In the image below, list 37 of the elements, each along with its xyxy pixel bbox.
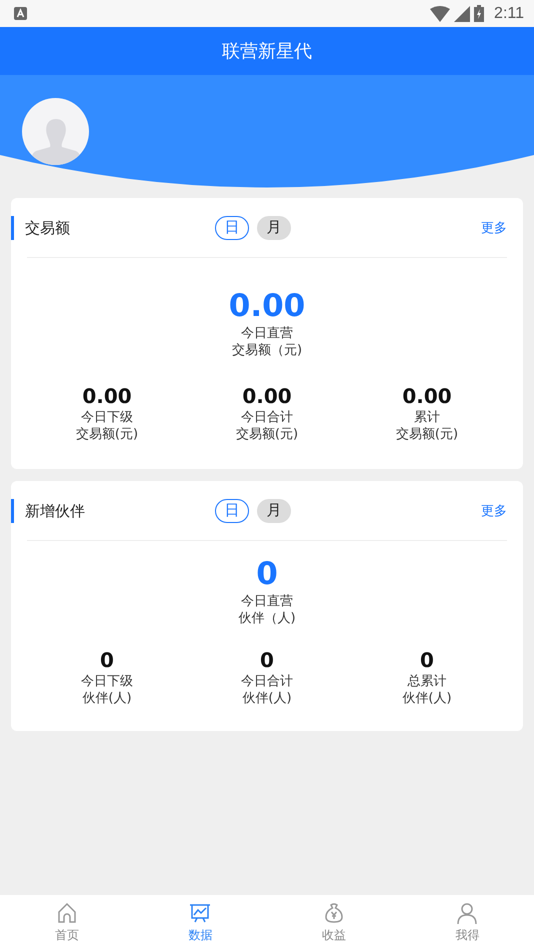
period-tab[interactable]: 日	[215, 216, 249, 240]
wifi-icon	[430, 6, 450, 22]
main-value: 0	[256, 555, 278, 593]
person-icon	[455, 901, 480, 925]
stat-value: 0.00	[402, 383, 452, 409]
stat-label: 今日直营	[241, 593, 293, 610]
stat-label: 交易额（元)	[232, 342, 302, 359]
stat-label: 今日直营	[241, 325, 293, 342]
period-tab[interactable]: 日	[215, 498, 249, 522]
stat-value: 0	[260, 647, 274, 673]
stat-label: 伙伴(人)	[82, 690, 132, 707]
stat-label: 伙伴（人)	[238, 610, 296, 627]
period-tab[interactable]: 月	[257, 498, 291, 522]
period-tab[interactable]: 月	[257, 216, 291, 240]
notification-icon	[14, 7, 27, 20]
stat-label: 伙伴(人)	[242, 690, 292, 707]
stat-label: 总累计	[408, 673, 446, 690]
stat-label: 今日下级	[81, 673, 133, 690]
more-link[interactable]: 更多	[481, 218, 507, 236]
stat-label: 交易额(元)	[396, 426, 458, 443]
status-time: 2:11	[494, 4, 524, 22]
page-title: 联营新星代	[222, 40, 312, 63]
stat-label: 今日合计	[241, 409, 293, 426]
stat-label: 今日合计	[241, 673, 293, 690]
stat-label: 伙伴(人)	[402, 690, 452, 707]
stat-label: 交易额(元)	[76, 426, 138, 443]
stat-value: 0.00	[82, 383, 132, 409]
stat-label: 累计	[414, 409, 440, 426]
main-value: 0.00	[228, 287, 306, 325]
stat-value: 0	[420, 647, 434, 673]
stat-value: 0	[100, 647, 114, 673]
stat-label: 交易额(元)	[236, 426, 298, 443]
more-link[interactable]: 更多	[481, 502, 507, 520]
stat-label: 今日下级	[81, 409, 133, 426]
signal-icon	[454, 6, 470, 22]
stat-value: 0.00	[242, 383, 292, 409]
battery-icon	[474, 5, 484, 22]
